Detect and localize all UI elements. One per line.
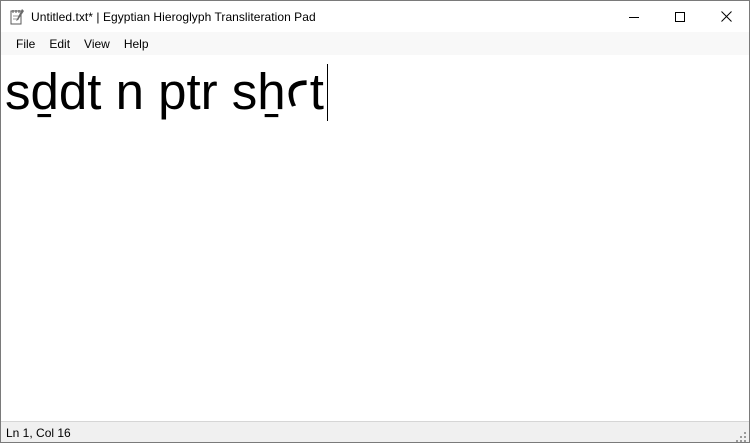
editor-line: sḏdt n ptr sẖꜥt: [5, 63, 328, 121]
close-button[interactable]: [703, 1, 749, 32]
window-title: Untitled.txt* | Egyptian Hieroglyph Tran…: [31, 9, 316, 24]
menu-bar: File Edit View Help: [1, 32, 749, 55]
menu-edit[interactable]: Edit: [42, 32, 77, 55]
app-window: Untitled.txt* | Egyptian Hieroglyph Tran…: [0, 0, 750, 443]
text-editor[interactable]: sḏdt n ptr sẖꜥt: [1, 55, 749, 421]
maximize-button[interactable]: [657, 1, 703, 32]
resize-grip-icon[interactable]: [735, 430, 747, 442]
maximize-icon: [675, 11, 685, 22]
status-bar: Ln 1, Col 16: [1, 421, 749, 442]
editor-text: sḏdt n ptr sẖꜥt: [5, 63, 324, 120]
title-bar[interactable]: Untitled.txt* | Egyptian Hieroglyph Tran…: [1, 1, 749, 32]
caption-buttons: [611, 1, 749, 32]
notepad-icon: [9, 8, 25, 26]
menu-view[interactable]: View: [77, 32, 117, 55]
menu-file[interactable]: File: [9, 32, 42, 55]
menu-help[interactable]: Help: [117, 32, 156, 55]
cursor-position: Ln 1, Col 16: [6, 426, 71, 440]
minimize-icon: [629, 16, 639, 18]
minimize-button[interactable]: [611, 1, 657, 32]
close-icon: [720, 11, 732, 22]
text-caret: [326, 64, 328, 121]
